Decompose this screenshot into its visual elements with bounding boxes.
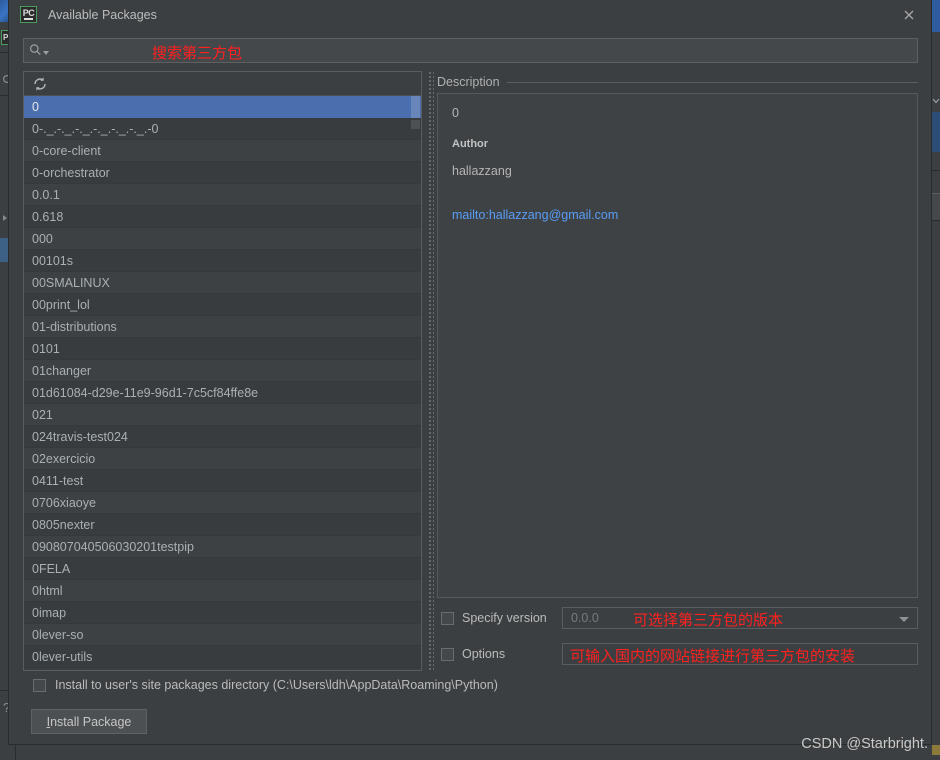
description-header: Description — [437, 71, 918, 93]
ide-expander-icon[interactable] — [3, 215, 7, 221]
package-list-toolbar — [24, 72, 421, 96]
options-annotation: 可输入国内的网站链接进行第三方包的安装 — [570, 647, 856, 665]
watermark: CSDN @Starbright. — [801, 736, 928, 752]
package-list-item[interactable]: 090807040506030201testpip — [24, 536, 421, 558]
package-list-item[interactable]: 0-orchestrator — [24, 162, 421, 184]
package-list-item[interactable]: 021 — [24, 404, 421, 426]
chevron-down-icon[interactable] — [899, 617, 909, 622]
package-list-item[interactable]: 0html — [24, 580, 421, 602]
ide-right-status-marker — [932, 745, 940, 755]
package-list-item[interactable]: 024travis-test024 — [24, 426, 421, 448]
package-list-item[interactable]: 0805nexter — [24, 514, 421, 536]
package-list-item[interactable]: 02exercicio — [24, 448, 421, 470]
package-list-item[interactable]: 0.618 — [24, 206, 421, 228]
install-dir-label: Install to user's site packages director… — [55, 678, 498, 692]
install-dir-row: Install to user's site packages director… — [33, 678, 498, 692]
package-list-item[interactable]: 0imap — [24, 602, 421, 624]
version-annotation: 可选择第三方包的版本 — [633, 611, 784, 629]
chevron-down-icon[interactable] — [932, 96, 940, 106]
splitter-grip-icon — [427, 71, 434, 671]
package-list-item[interactable]: 0lever-so — [24, 624, 421, 646]
package-list-item[interactable]: 00101s — [24, 250, 421, 272]
options-checkbox[interactable] — [441, 647, 454, 661]
options-row: Options — [441, 647, 505, 661]
scrollbar-thumb-track[interactable] — [411, 120, 420, 129]
description-body: 0 Author hallazzang mailto:hallazzang@gm… — [437, 93, 918, 598]
refresh-icon[interactable] — [32, 76, 48, 92]
package-list-scrollbar[interactable] — [410, 96, 421, 670]
description-author-name: hallazzang — [452, 164, 512, 178]
search-icon — [30, 44, 41, 56]
panel-splitter[interactable] — [427, 71, 434, 671]
close-icon[interactable] — [901, 7, 917, 23]
search-icon-group — [29, 43, 49, 57]
install-dir-checkbox[interactable] — [33, 678, 46, 692]
install-package-button[interactable]: Install Package — [31, 709, 147, 734]
package-list-item[interactable]: 0-core-client — [24, 140, 421, 162]
description-package-name: 0 — [452, 106, 459, 120]
ide-right-panel — [932, 0, 940, 760]
search-input[interactable]: 搜索第三方包 — [23, 38, 918, 63]
package-list-item[interactable]: 0lever-utils — [24, 646, 421, 668]
version-combobox[interactable]: 0.0.0 可选择第三方包的版本 — [562, 607, 918, 629]
package-list-item[interactable]: 0 — [24, 96, 421, 118]
options-label: Options — [462, 647, 506, 661]
search-annotation: 搜索第三方包 — [152, 44, 243, 62]
description-mail-link[interactable]: mailto:hallazzang@gmail.com — [452, 208, 903, 222]
package-list-item[interactable]: 000 — [24, 228, 421, 250]
specify-version-checkbox[interactable] — [441, 611, 454, 625]
package-list[interactable]: 0 0-._.-._.-._.-._.-._.-._.-0 0-core-clien… — [24, 96, 421, 670]
available-packages-dialog: PC Available Packages 搜索第三方包 0 0-._.-._.… — [8, 0, 932, 745]
ide-right-accent — [932, 0, 940, 32]
description-rule — [506, 81, 918, 83]
dialog-title: Available Packages — [48, 7, 157, 22]
package-list-item[interactable]: 0.0.1 — [24, 184, 421, 206]
search-dropdown-arrow-icon[interactable] — [43, 50, 49, 55]
package-list-item[interactable]: 0101 — [24, 338, 421, 360]
install-package-button-label: Install Package — [46, 714, 132, 729]
package-list-item[interactable]: 0FELA — [24, 558, 421, 580]
description-author-heading: Author — [452, 138, 489, 150]
package-list-item[interactable]: 0-._.-._.-._.-._.-._.-._.-0 — [24, 118, 421, 140]
scrollbar-thumb[interactable] — [411, 96, 420, 118]
ide-right-block — [932, 193, 940, 221]
specify-version-label: Specify version — [462, 611, 547, 625]
package-list-item[interactable]: 01-distributions — [24, 316, 421, 338]
options-input[interactable]: 可输入国内的网站链接进行第三方包的安装 — [562, 643, 918, 665]
description-label: Description — [437, 75, 500, 89]
package-list-item[interactable]: 0411-test — [24, 470, 421, 492]
package-list-item[interactable]: 01d61084-d29e-11e9-96d1-7c5cf84ffe8e — [24, 382, 421, 404]
dialog-titlebar: PC Available Packages — [9, 0, 931, 29]
package-list-item[interactable]: 00SMALINUX — [24, 272, 421, 294]
package-list-item[interactable]: 0706xiaoye — [24, 492, 421, 514]
description-panel: Description 0 Author hallazzang mailto:h… — [437, 71, 918, 599]
ide-right-selection — [932, 112, 940, 152]
ide-right-divider — [932, 170, 940, 171]
pycharm-pc-icon: PC — [20, 6, 37, 23]
package-list-panel: 0 0-._.-._.-._.-._.-._.-._.-0 0-core-clien… — [23, 71, 422, 671]
specify-version-row: Specify version — [441, 611, 547, 625]
package-list-item[interactable]: 00print_lol — [24, 294, 421, 316]
version-placeholder: 0.0.0 — [571, 611, 599, 625]
package-list-item[interactable]: 01changer — [24, 360, 421, 382]
